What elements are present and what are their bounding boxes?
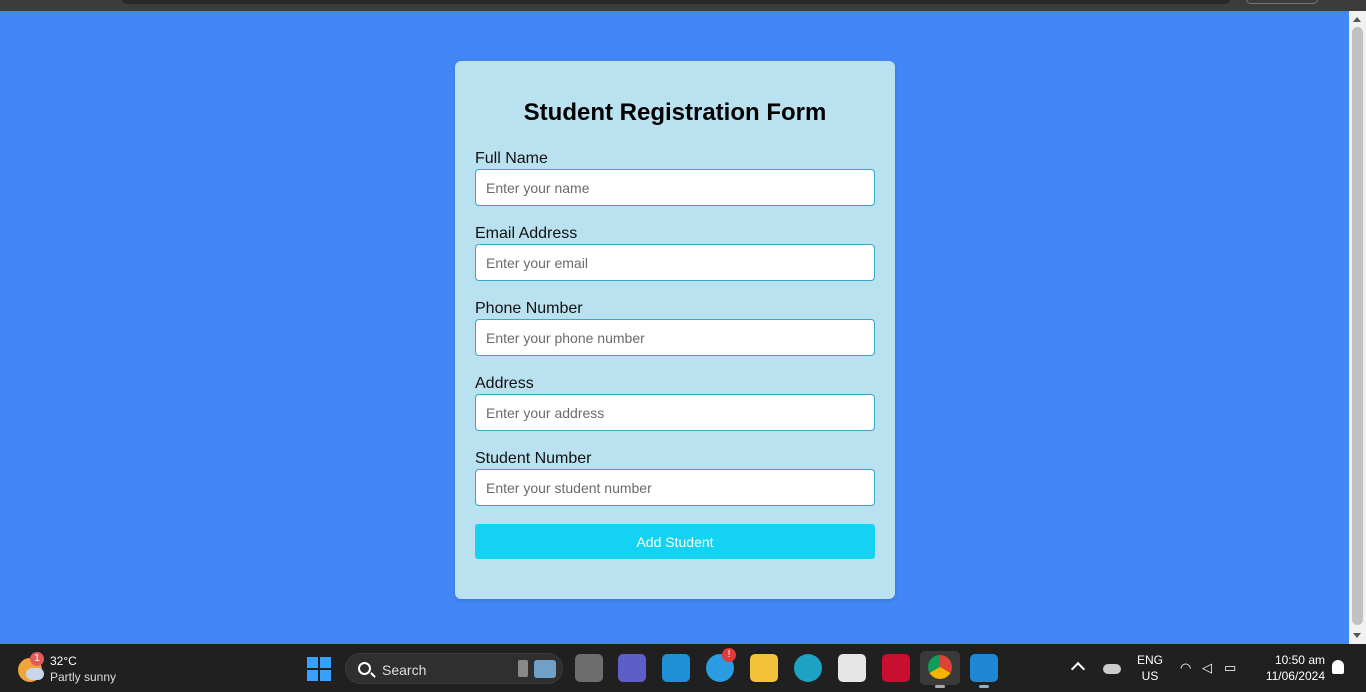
search-label: Search xyxy=(382,662,427,678)
language-line2: US xyxy=(1141,669,1159,683)
taskbar-search[interactable]: Search xyxy=(345,653,563,684)
scroll-up-icon[interactable] xyxy=(1353,17,1361,22)
vscode-icon[interactable] xyxy=(970,654,998,688)
search-icon xyxy=(358,662,371,675)
weather-widget[interactable]: 1 32°C Partly sunny xyxy=(18,652,138,684)
clock-time: 10:50 am xyxy=(1274,653,1325,667)
file-explorer-icon[interactable] xyxy=(750,654,778,682)
battery-icon: ▭ xyxy=(1224,660,1237,675)
myhp-icon[interactable] xyxy=(662,654,690,682)
chevron-up-icon[interactable] xyxy=(1070,661,1086,677)
form-title: Student Registration Form xyxy=(523,99,827,126)
onedrive-icon[interactable] xyxy=(1103,664,1121,674)
windows-taskbar: 1 32°C Partly sunny Search ! ENG US ◠ ◁ … xyxy=(0,644,1366,692)
volume-icon: ◁ xyxy=(1202,660,1212,675)
edge-icon[interactable] xyxy=(794,654,822,682)
vertical-scrollbar[interactable] xyxy=(1349,11,1366,644)
language-indicator[interactable]: ENG US xyxy=(1135,652,1165,684)
clock-date: 11/06/2024 xyxy=(1265,669,1325,683)
phone-group: Phone Number xyxy=(475,299,875,356)
scrollbar-thumb[interactable] xyxy=(1352,27,1363,625)
notification-bell-icon[interactable] xyxy=(1332,660,1344,674)
address-bar[interactable] xyxy=(122,0,1230,4)
student-number-group: Student Number xyxy=(475,449,875,506)
full-name-group: Full Name xyxy=(475,149,875,206)
email-label: Email Address xyxy=(475,225,578,242)
teams-icon[interactable] xyxy=(618,654,646,682)
browser-profile-pill[interactable] xyxy=(1246,0,1318,4)
search-deco-map-icon xyxy=(534,660,556,678)
store-icon[interactable] xyxy=(838,654,866,682)
alert-badge: ! xyxy=(722,648,736,662)
add-student-button[interactable]: Add Student xyxy=(475,524,875,559)
address-input[interactable] xyxy=(475,394,875,431)
search-deco-bottle-icon xyxy=(518,660,528,677)
start-windows-icon[interactable] xyxy=(307,657,331,681)
taskbar-clock[interactable]: 10:50 am 11/06/2024 xyxy=(1250,652,1325,684)
address-label: Address xyxy=(475,375,534,392)
student-number-input[interactable] xyxy=(475,469,875,506)
weather-temp: 32°C xyxy=(50,654,77,668)
phone-label: Phone Number xyxy=(475,300,583,317)
help-icon[interactable]: ! xyxy=(706,648,736,682)
wifi-icon: ◠ xyxy=(1180,660,1192,675)
chrome-icon xyxy=(928,655,952,679)
email-group: Email Address xyxy=(475,224,875,281)
browser-top-bar xyxy=(0,0,1366,11)
weather-desc: Partly sunny xyxy=(50,670,117,684)
scroll-down-icon[interactable] xyxy=(1353,633,1361,638)
full-name-label: Full Name xyxy=(475,150,548,167)
task-view-icon[interactable] xyxy=(575,654,603,682)
full-name-input[interactable] xyxy=(475,169,875,206)
phone-input[interactable] xyxy=(475,319,875,356)
registration-card: Student Registration Form Full Name Emai… xyxy=(455,61,895,599)
email-input[interactable] xyxy=(475,244,875,281)
system-tray-icons[interactable]: ◠ ◁ ▭ xyxy=(1180,660,1246,676)
student-number-label: Student Number xyxy=(475,450,592,467)
chrome-taskbar-button[interactable] xyxy=(920,651,960,688)
weather-badge: 1 xyxy=(30,652,44,666)
mcafee-icon[interactable] xyxy=(882,654,910,682)
cloud-icon xyxy=(26,668,44,680)
language-line1: ENG xyxy=(1136,653,1163,667)
address-group: Address xyxy=(475,374,875,431)
